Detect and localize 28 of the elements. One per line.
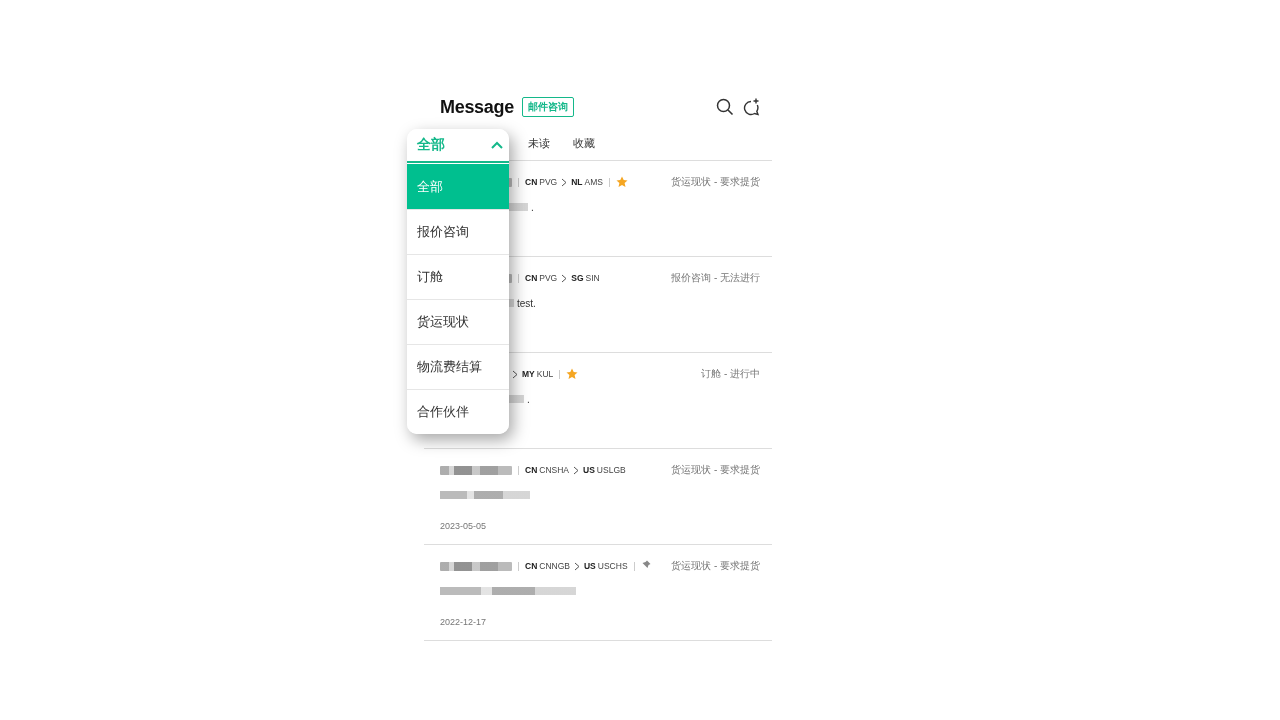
tab[interactable]: 未读: [528, 131, 550, 157]
origin-port: CN PVG: [525, 177, 558, 187]
filter-option[interactable]: 订舱: [407, 254, 509, 299]
destination-port: NL AMS: [571, 177, 603, 187]
message-preview: test.: [517, 297, 536, 309]
origin-port: CN CNNGB: [525, 561, 570, 571]
destination-port: SG SIN: [571, 273, 600, 283]
message-status: 报价咨询 - 无法进行: [671, 271, 760, 285]
message-date: 2022-12-17: [440, 617, 488, 629]
message-status: 货运现状 - 要求提货: [671, 175, 760, 189]
destination-port: US USLGB: [583, 465, 626, 475]
origin-port: CN CNSHA: [525, 465, 570, 475]
filter-option[interactable]: 合作伙伴: [407, 389, 509, 434]
filter-option[interactable]: 报价咨询: [407, 209, 509, 254]
selected-filter-label: 全部: [417, 136, 445, 154]
message-date: 2023-05-05: [440, 521, 488, 533]
message-status: 货运现状 - 要求提货: [671, 463, 760, 477]
filter-option[interactable]: 货运现状: [407, 299, 509, 344]
destination-port: US USCHS: [584, 561, 628, 571]
page-title: Message: [440, 96, 514, 118]
message-preview: .: [531, 201, 534, 213]
destination-port: MY KUL: [522, 369, 554, 379]
message-status: 货运现状 - 要求提货: [671, 559, 760, 573]
tab[interactable]: 收藏: [573, 131, 595, 157]
origin-port: CN PVG: [525, 273, 558, 283]
message-status: 订舱 - 进行中: [701, 367, 760, 381]
filter-option[interactable]: 物流费结算: [407, 344, 509, 389]
message-preview: .: [527, 393, 530, 405]
